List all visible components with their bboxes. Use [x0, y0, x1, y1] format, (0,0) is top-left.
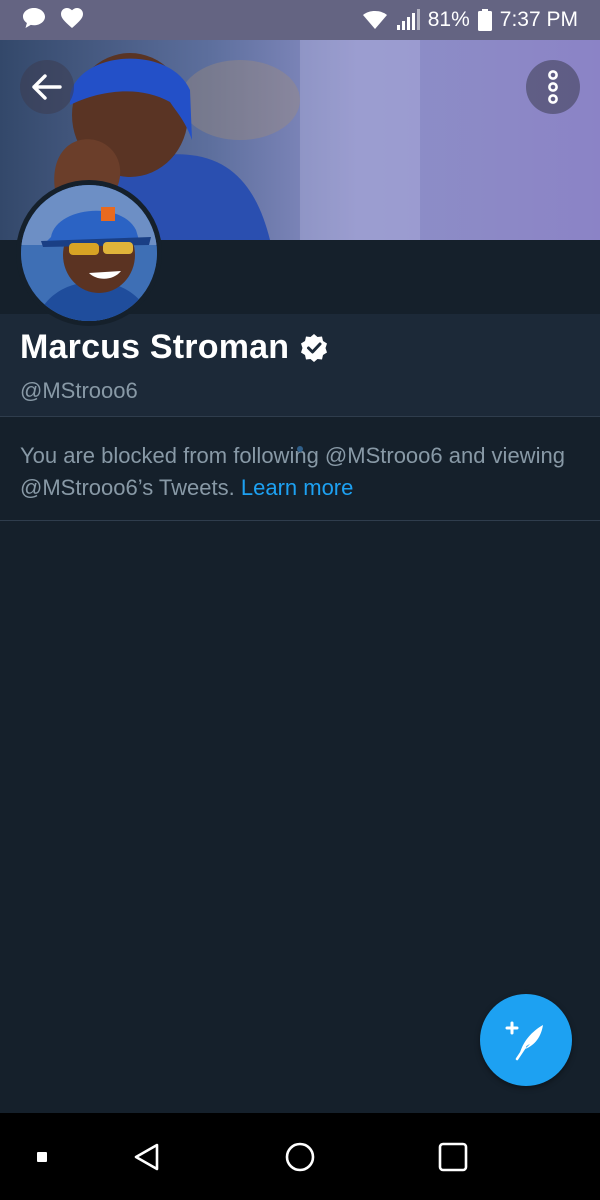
- clock: 7:37 PM: [499, 8, 578, 31]
- overview-square-icon: [438, 1142, 468, 1171]
- heart-icon: [60, 7, 84, 34]
- chat-bubble-icon: [22, 7, 46, 34]
- more-vertical-icon: [548, 70, 558, 104]
- back-button[interactable]: [20, 60, 74, 114]
- verified-badge-icon: [301, 333, 328, 362]
- signal-icon: [396, 9, 420, 31]
- battery-icon: [477, 9, 492, 31]
- learn-more-link[interactable]: Learn more: [241, 475, 354, 500]
- compose-tweet-icon: [505, 1021, 543, 1061]
- user-handle: @MStrooo6: [20, 378, 138, 403]
- arrow-left-icon: [32, 74, 62, 100]
- status-bar: 81% 7:37 PM: [0, 0, 600, 40]
- nav-overview-button[interactable]: [428, 1113, 478, 1200]
- nav-back-button[interactable]: [122, 1113, 172, 1200]
- recent-apps-dot-icon: [37, 1151, 47, 1162]
- display-name: Marcus Stroman: [20, 328, 290, 366]
- home-circle-icon: [285, 1142, 315, 1171]
- more-options-button[interactable]: [526, 60, 580, 114]
- blocked-notice: You are blocked from following @MStrooo6…: [0, 418, 600, 521]
- compose-tweet-button[interactable]: [480, 994, 572, 1086]
- recent-apps-dot-button[interactable]: [22, 1113, 62, 1200]
- nav-home-button[interactable]: [275, 1113, 325, 1200]
- loading-indicator: [297, 446, 303, 452]
- avatar[interactable]: [16, 180, 162, 326]
- system-navigation-bar: [0, 1113, 600, 1200]
- profile-header: Marcus Stroman @MStrooo6: [0, 314, 600, 417]
- name-row: Marcus Stroman: [20, 328, 329, 367]
- battery-percent: 81%: [427, 8, 470, 31]
- back-triangle-icon: [134, 1143, 159, 1170]
- wifi-icon: [362, 10, 388, 30]
- avatar-photo: [21, 185, 157, 321]
